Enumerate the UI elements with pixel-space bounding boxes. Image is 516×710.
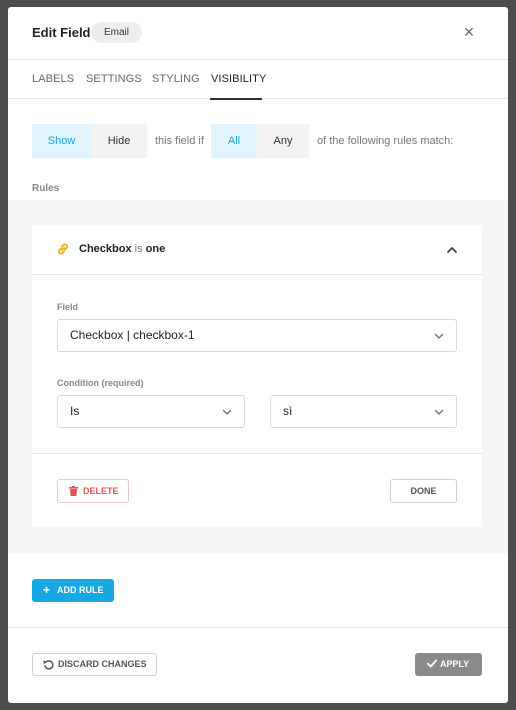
delete-rule-label: DELETE [83,486,119,496]
rule-summary: Checkbox is one [79,243,165,255]
chevron-down-icon [434,409,444,415]
close-icon[interactable]: × [460,23,478,41]
discard-changes-label: DISCARD CHANGES [58,659,147,669]
field-select[interactable]: Checkbox | checkbox-1 [57,319,457,352]
footer-divider [8,627,508,628]
rule-summary-operator: is [134,243,143,255]
condition-value-select[interactable]: sì [270,395,457,428]
tab-settings[interactable]: SETTINGS [86,73,142,85]
rule-card: Checkbox is one Field Checkbox | checkbo… [32,225,482,527]
field-label: Field [57,302,79,312]
check-icon [427,659,437,668]
add-rule-label: ADD RULE [57,585,104,595]
apply-label: APPLY [440,659,470,669]
active-tab-indicator [210,98,262,100]
condition-label: Condition (required) [57,378,144,388]
match-all-option[interactable]: All [211,124,257,158]
tab-bar: LABELS SETTINGS STYLING VISIBILITY [8,59,508,100]
chevron-down-icon [434,333,444,339]
tab-visibility[interactable]: VISIBILITY [211,73,266,85]
hide-option[interactable]: Hide [91,124,147,158]
field-select-value: Checkbox | checkbox-1 [70,328,195,342]
rules-section-label: Rules [32,183,60,194]
delete-rule-button[interactable]: DELETE [57,479,129,503]
tab-styling[interactable]: STYLING [152,73,200,85]
link-icon [57,243,69,255]
tab-labels[interactable]: LABELS [32,73,74,85]
add-rule-button[interactable]: + ADD RULE [32,579,114,602]
chevron-down-icon [222,409,232,415]
modal-title: Edit Field [32,25,91,40]
condition-value: sì [283,404,293,418]
rule-divider [32,453,482,454]
rule-header[interactable]: Checkbox is one [32,225,482,275]
field-type-badge: Email [91,22,143,43]
show-option[interactable]: Show [32,124,91,158]
apply-button[interactable]: APPLY [415,653,482,676]
edit-field-modal: Edit Field Email × LABELS SETTINGS STYLI… [8,7,508,703]
modal-header: Edit Field Email × [8,7,508,59]
undo-icon [43,660,54,670]
plus-icon: + [43,583,51,597]
match-any-option[interactable]: Any [257,124,309,158]
condition-intro-text: this field if [155,135,204,147]
condition-operator-value: Is [70,404,80,418]
rule-summary-field: Checkbox [79,243,132,255]
condition-outro-text: of the following rules match: [317,135,454,147]
condition-operator-select[interactable]: Is [57,395,245,428]
rule-summary-value: one [145,243,166,255]
discard-changes-button[interactable]: DISCARD CHANGES [32,653,157,676]
chevron-up-icon[interactable] [446,244,458,256]
trash-icon [69,486,78,496]
done-button[interactable]: DONE [390,479,457,503]
